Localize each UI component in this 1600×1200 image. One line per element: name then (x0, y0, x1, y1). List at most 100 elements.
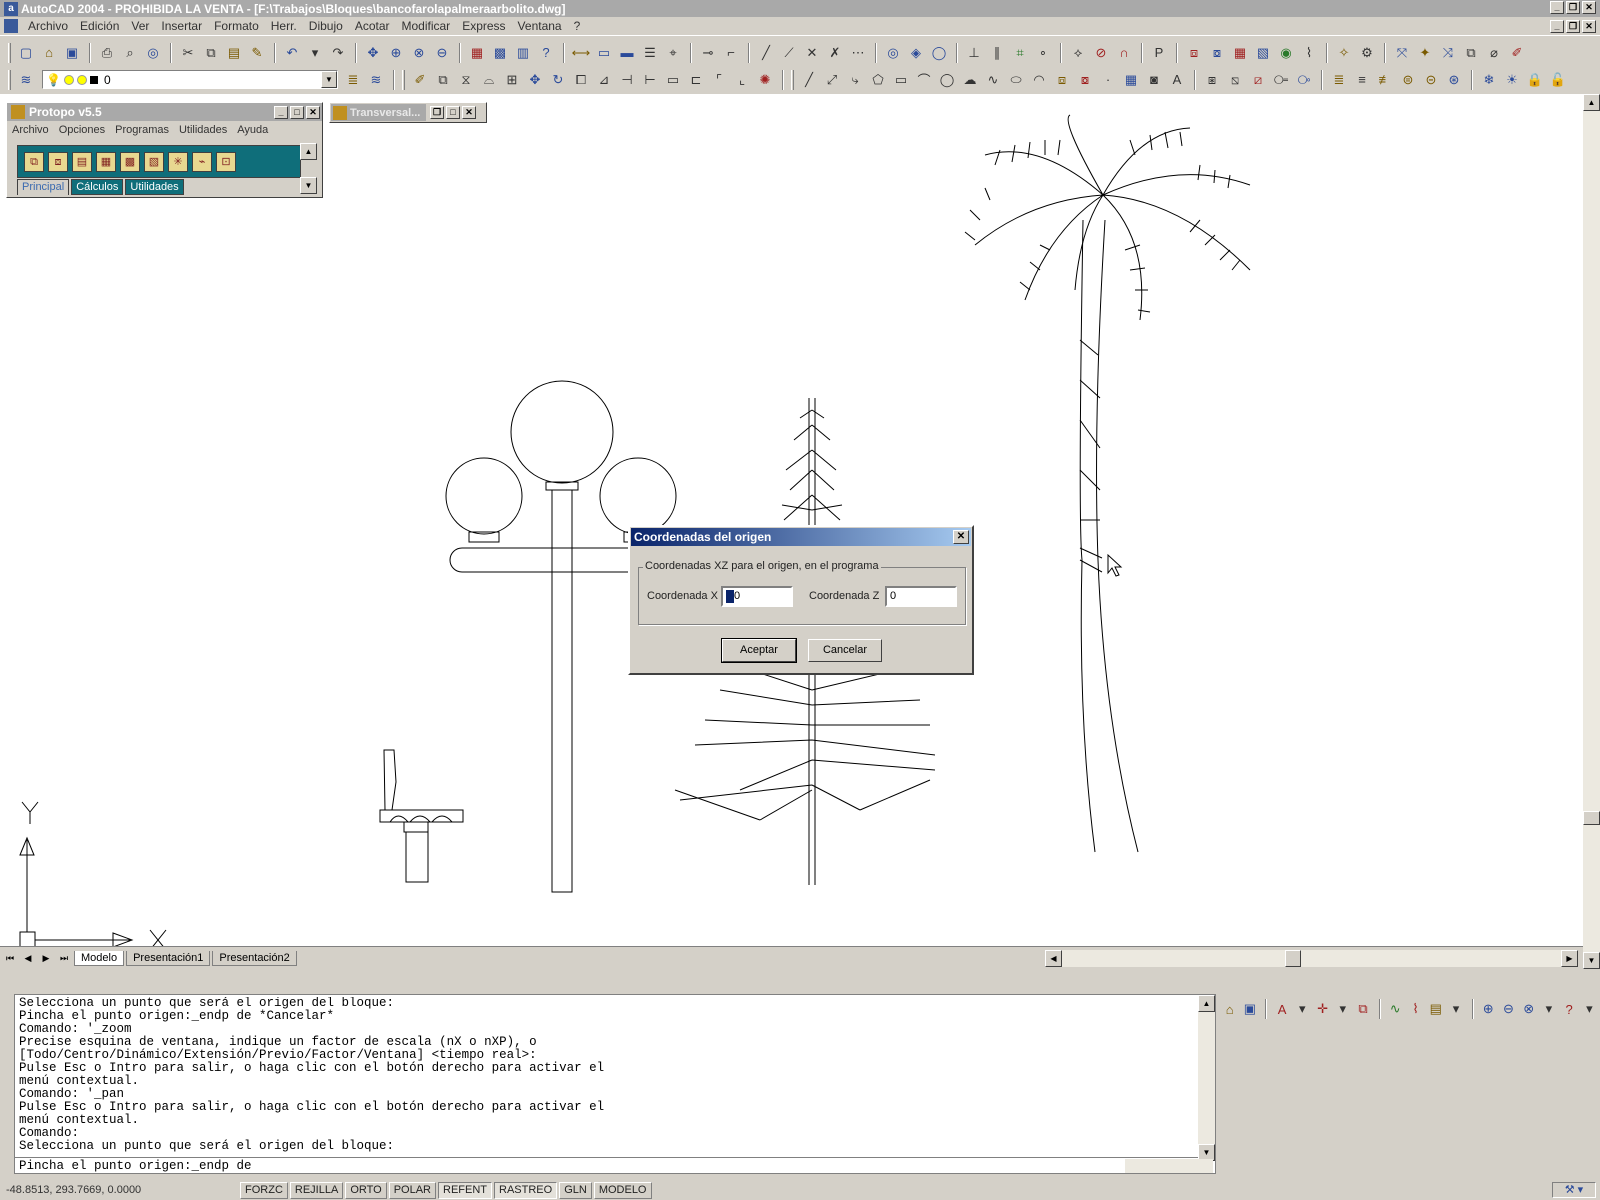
scale-icon[interactable]: ⧠ (570, 69, 592, 91)
osnap-toggle[interactable]: REFENT (438, 1181, 492, 1199)
palette-tab-utilidades[interactable]: Utilidades (125, 179, 184, 195)
mtext-icon[interactable]: A (1166, 69, 1188, 91)
table-tool-dropdown-icon[interactable]: ▾ (1446, 998, 1465, 1020)
menu-edicion[interactable]: Edición (74, 19, 125, 33)
line-icon[interactable]: ╱ (798, 69, 820, 91)
osnap-nearest-icon[interactable]: ⟡ (1067, 42, 1089, 64)
protopo-palette[interactable]: Protopo v5.5 _ □ ✕ Archivo Opciones Prog… (6, 102, 323, 198)
express-tool-4-icon[interactable]: ✦ (1414, 42, 1436, 64)
insert-block-draw-icon[interactable]: ⧈ (1051, 69, 1073, 91)
undo-icon[interactable]: ↶ (281, 42, 303, 64)
express-layer-3-icon[interactable]: ≢ (1374, 69, 1396, 91)
rotate-icon[interactable]: ↻ (547, 69, 569, 91)
paper-space-icon[interactable]: P (1148, 42, 1170, 64)
command-history-scrollbar[interactable]: ▲ ▼ (1198, 995, 1215, 1161)
protopo-tool-4-icon[interactable]: ▦ (96, 151, 116, 172)
area-icon[interactable]: ▭ (593, 42, 615, 64)
arc-icon[interactable]: ⌒ (913, 69, 935, 91)
palette-minimize-button[interactable]: _ (274, 105, 288, 119)
array-icon[interactable]: ⊞ (501, 69, 523, 91)
layer-previous-icon[interactable]: ≋ (365, 69, 387, 91)
contour-icon[interactable]: ∿ (1386, 998, 1405, 1020)
palette-tab-principal[interactable]: Principal (17, 179, 70, 195)
prev-tab-icon[interactable]: ◀ (20, 950, 36, 966)
osnap-tangent-icon[interactable]: ◯ (928, 42, 950, 64)
protopo-tool-9-icon[interactable]: ⊡ (216, 151, 236, 172)
palette-scroll-up-icon[interactable]: ▲ (300, 143, 317, 160)
palette-scroll-down-icon[interactable]: ▼ (300, 177, 317, 194)
menu-help[interactable]: ? (568, 19, 587, 33)
toolbar-grip-4[interactable] (791, 69, 794, 90)
toolbar-grip[interactable] (8, 42, 11, 63)
measure-icon[interactable]: ⧉ (1353, 998, 1372, 1020)
horizontal-scroll-thumb[interactable] (1285, 950, 1301, 967)
construction-line-icon[interactable]: ⤢ (821, 69, 843, 91)
polygon-icon[interactable]: ⬠ (867, 69, 889, 91)
menu-archivo[interactable]: Archivo (22, 19, 74, 33)
express-tool-1-icon[interactable]: ✧ (1333, 42, 1355, 64)
explode-icon[interactable]: ✺ (754, 69, 776, 91)
layer-lock-icon[interactable] (76, 74, 87, 85)
otrack-toggle[interactable]: RASTREO (494, 1181, 558, 1199)
protopo-tool-1-icon[interactable]: ⧉ (24, 151, 44, 172)
palette-scroll[interactable]: ▲ ▼ (300, 143, 317, 194)
make-block-icon[interactable]: ⧇ (1074, 69, 1096, 91)
menu-herr[interactable]: Herr. (265, 19, 303, 33)
menu-dibujo[interactable]: Dibujo (303, 19, 349, 33)
first-tab-icon[interactable]: ⏮ (2, 950, 18, 966)
palette-menu-utilidades[interactable]: Utilidades (174, 124, 232, 136)
palette-menu-ayuda[interactable]: Ayuda (232, 124, 273, 136)
rectangle-icon[interactable]: ▭ (890, 69, 912, 91)
osnap-center-icon[interactable]: ◎ (882, 42, 904, 64)
coordinate-z-input[interactable]: 0 (885, 586, 957, 607)
point-style-icon[interactable]: ✛ (1313, 998, 1332, 1020)
autocad-app-icon[interactable]: a (4, 1, 18, 16)
revision-cloud-icon[interactable]: ☁ (959, 69, 981, 91)
copy-icon[interactable]: ⧉ (200, 42, 222, 64)
protopo-tool-7-icon[interactable]: ✳ (168, 151, 188, 172)
scroll-left-icon[interactable]: ◀ (1045, 950, 1062, 967)
make-object-layer-current-icon[interactable]: ≣ (342, 69, 364, 91)
protopo-tool-3-icon[interactable]: ▤ (72, 151, 92, 172)
osnap-midpoint-icon[interactable]: ⟋ (778, 42, 800, 64)
layer-on-icon[interactable]: 💡 (46, 73, 61, 87)
zoom-previous-icon[interactable]: ⊖ (431, 42, 453, 64)
express-tool-8-icon[interactable]: ✐ (1506, 42, 1528, 64)
tab-presentacion2[interactable]: Presentación2 (212, 950, 297, 966)
break-icon[interactable]: ▭ (662, 69, 684, 91)
break-at-point-icon[interactable]: ⊏ (685, 69, 707, 91)
text-style-icon[interactable]: A (1272, 998, 1291, 1020)
osnap-intersection-icon[interactable]: ✕ (801, 42, 823, 64)
region-icon[interactable]: ◙ (1143, 69, 1165, 91)
fillet-icon[interactable]: ⌞ (731, 69, 753, 91)
palm-tree-block[interactable] (964, 114, 1251, 853)
copy-object-icon[interactable]: ⧉ (432, 69, 454, 91)
tab-presentacion1[interactable]: Presentación1 (126, 950, 211, 966)
locate-point-icon[interactable]: ⌖ (662, 42, 684, 64)
redo-icon[interactable]: ↷ (327, 42, 349, 64)
protopo-tool-6-icon[interactable]: ▧ (144, 151, 164, 172)
minimize-button[interactable]: _ (1550, 1, 1564, 14)
menu-modificar[interactable]: Modificar (396, 19, 457, 33)
design-center-icon[interactable]: ▩ (489, 42, 511, 64)
palette-menu-opciones[interactable]: Opciones (54, 124, 110, 136)
palette-menu-programas[interactable]: Programas (110, 124, 174, 136)
tray-settings-icon[interactable]: ⚒ ▾ (1552, 1182, 1596, 1198)
insert-block-icon[interactable]: ▧ (1252, 42, 1274, 64)
xref-icon[interactable]: ⧈ (1183, 42, 1205, 64)
minwin-maximize-button[interactable]: □ (446, 106, 460, 119)
vertical-scroll-thumb[interactable] (1583, 811, 1600, 825)
origin-coordinates-dialog[interactable]: Coordenadas del origen ✕ Coordenadas XZ … (628, 525, 974, 675)
spline-icon[interactable]: ∿ (982, 69, 1004, 91)
dialog-close-button[interactable]: ✕ (953, 530, 969, 544)
model-toggle[interactable]: MODELO (593, 1181, 652, 1199)
palette-title-bar[interactable]: Protopo v5.5 _ □ ✕ (7, 103, 322, 121)
ellipse-icon[interactable]: ⬭ (1005, 69, 1027, 91)
scroll-right-icon[interactable]: ▶ (1561, 950, 1578, 967)
express-tool-3-icon[interactable]: ⤧ (1391, 42, 1413, 64)
circle-icon[interactable]: ◯ (936, 69, 958, 91)
express-text-3-icon[interactable]: ⧄ (1247, 69, 1269, 91)
osnap-from-icon[interactable]: ⌐ (720, 42, 742, 64)
list-icon[interactable]: ☰ (639, 42, 661, 64)
offset-icon[interactable]: ⌓ (478, 69, 500, 91)
